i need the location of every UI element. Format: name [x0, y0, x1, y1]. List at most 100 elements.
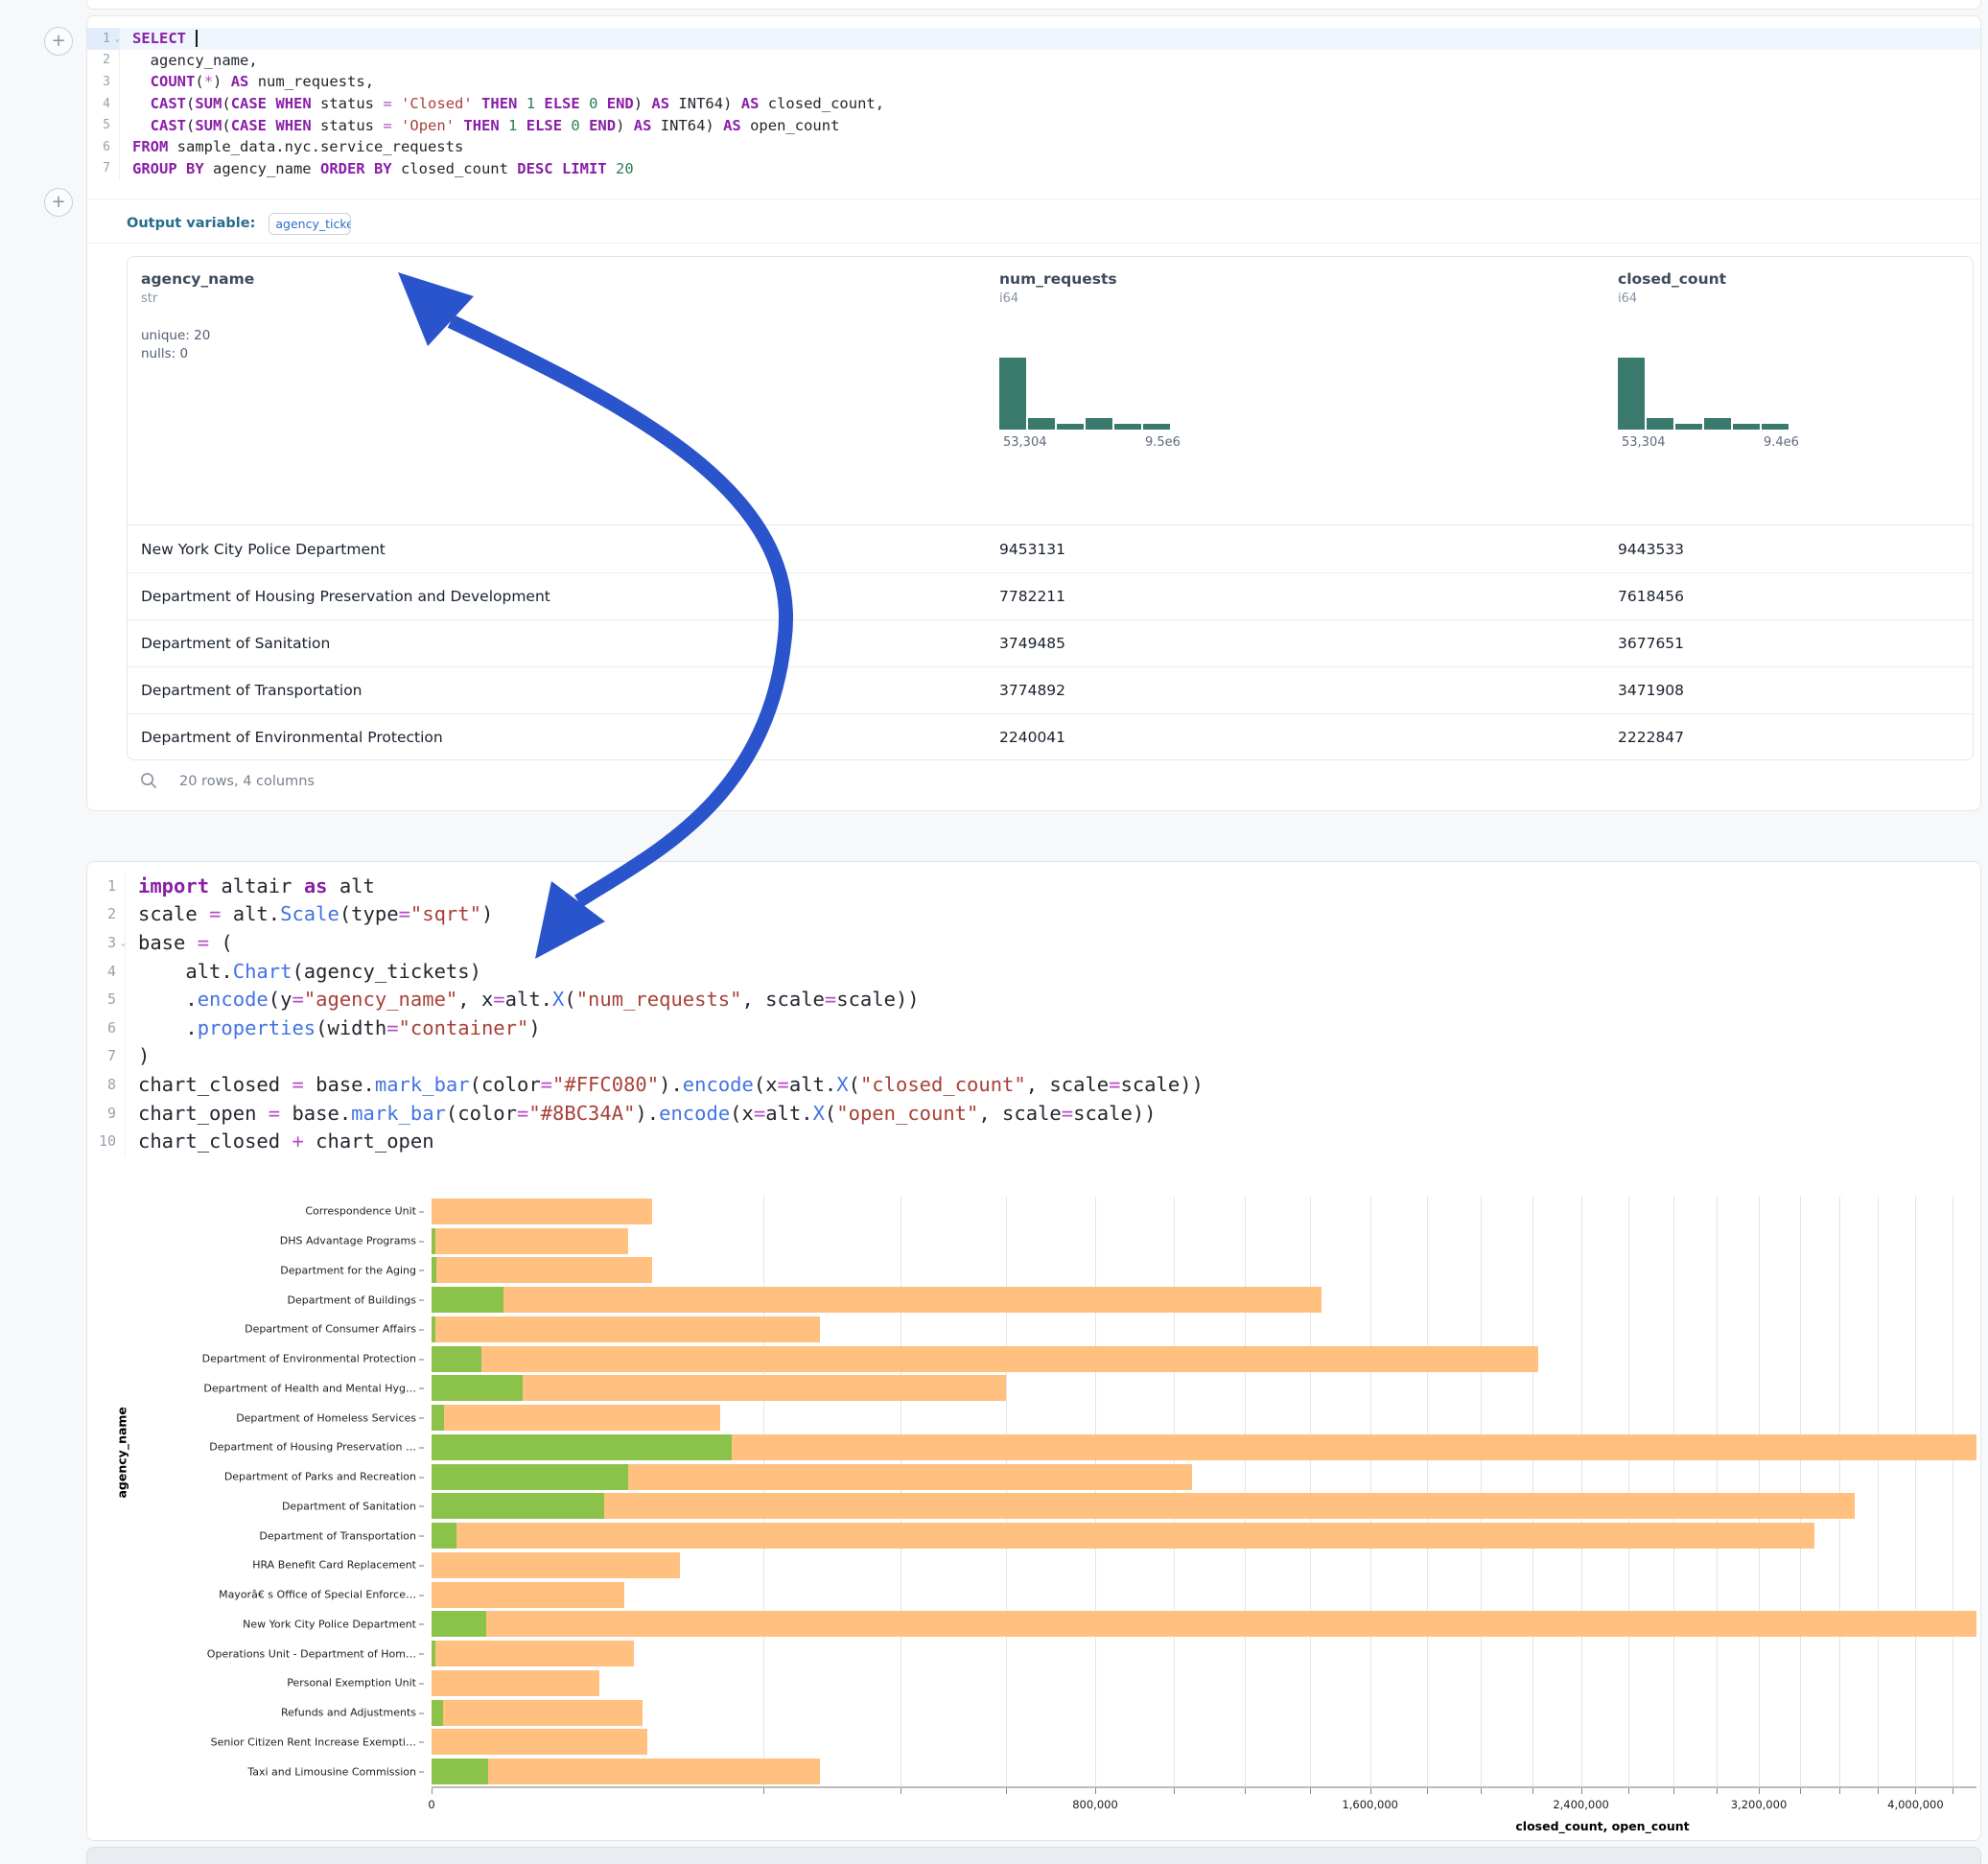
divider: [87, 243, 1980, 244]
gridline: [1759, 1197, 1760, 1786]
result-table: agency_namestrunique: 20nulls: 0 num_requ…: [127, 256, 1974, 760]
bar-closed-count: [432, 1641, 634, 1666]
bar-closed-count: [432, 1729, 647, 1755]
bar-closed-count: [432, 1228, 628, 1254]
y-axis-label: Department of Sanitation: [282, 1500, 432, 1512]
table-cell: 9443533: [1618, 541, 1684, 558]
histogram-bar: [1704, 418, 1731, 430]
bar-open-count: [432, 1641, 435, 1666]
histogram-bar: [1057, 424, 1084, 430]
column-header-agency_name[interactable]: agency_namestrunique: 20nulls: 0: [141, 270, 254, 363]
bar-closed-count: [432, 1700, 643, 1726]
x-axis-tick: [763, 1788, 764, 1794]
code-line[interactable]: 9chart_open = base.mark_bar(color="#8BC3…: [87, 1099, 1980, 1128]
gridline: [1245, 1197, 1246, 1786]
collapse-chevron-icon[interactable]: ⌄: [116, 939, 126, 948]
x-axis-tick: [1915, 1788, 1916, 1794]
table-row[interactable]: Department of Housing Preservation and D…: [128, 572, 1973, 619]
code-line[interactable]: 2 agency_name,: [87, 50, 1980, 72]
code-line[interactable]: 6 .properties(width="container"): [87, 1014, 1980, 1042]
x-axis-tick-label: 3,200,000: [1731, 1798, 1788, 1811]
table-cell: New York City Police Department: [141, 541, 386, 558]
histogram-bar: [1143, 424, 1170, 430]
code-line[interactable]: 7GROUP BY agency_name ORDER BY closed_co…: [87, 158, 1980, 180]
y-axis-label: Personal Exemption Unit: [287, 1677, 432, 1689]
table-row[interactable]: New York City Police Department945313194…: [128, 525, 1973, 572]
bar-closed-count: [432, 1523, 1814, 1549]
x-axis-tick: [1839, 1788, 1840, 1794]
code-line[interactable]: 7): [87, 1042, 1980, 1071]
x-axis-tick: [900, 1788, 901, 1794]
gridline: [1006, 1197, 1007, 1786]
y-axis-label: Taxi and Limousine Commission: [247, 1765, 432, 1778]
search-icon[interactable]: [140, 772, 158, 790]
output-variable-pill[interactable]: agency_tickets: [269, 213, 351, 235]
table-cell: 7782211: [999, 588, 1065, 605]
x-axis-tick: [1878, 1788, 1879, 1794]
bar-closed-count: [432, 1670, 599, 1696]
bar-closed-count: [432, 1759, 820, 1784]
y-axis-label: Department of Homeless Services: [236, 1411, 432, 1424]
y-axis-label: Department of Transportation: [259, 1529, 432, 1542]
y-axis-label: Refunds and Adjustments: [281, 1707, 432, 1719]
bar-closed-count: [432, 1582, 624, 1608]
table-cell: 3749485: [999, 635, 1065, 652]
x-axis-tick: [1174, 1788, 1175, 1794]
table-row[interactable]: Department of Sanitation37494853677651: [128, 619, 1973, 666]
histogram-bar: [1114, 424, 1141, 430]
x-axis-tick: [1310, 1788, 1311, 1794]
histogram-bar: [1028, 418, 1055, 430]
bar-open-count: [432, 1464, 628, 1490]
y-axis-label: HRA Benefit Card Replacement: [252, 1559, 432, 1572]
python-editor[interactable]: 1import altair as alt2scale = alt.Scale(…: [87, 872, 1980, 1155]
bar-chart-plot: [432, 1197, 1976, 1786]
bar-open-count: [432, 1493, 604, 1519]
code-line[interactable]: 1⌄SELECT: [87, 28, 1980, 50]
gridline: [1581, 1197, 1582, 1786]
bar-open-count: [432, 1434, 732, 1460]
code-line[interactable]: 5 .encode(y="agency_name", x=alt.X("num_…: [87, 985, 1980, 1014]
y-axis-label: Mayorâ€ s Office of Special Enforce…: [219, 1589, 432, 1601]
bar-open-count: [432, 1287, 503, 1313]
table-header: agency_namestrunique: 20nulls: 0 num_requ…: [128, 257, 1973, 525]
previous-cell-edge: [86, 0, 1981, 10]
column-header-closed_count[interactable]: closed_counti64: [1618, 270, 1726, 306]
bar-open-count: [432, 1700, 443, 1726]
add-cell-button-output[interactable]: +: [44, 188, 73, 217]
output-variable-row: Output variable: agency_tickets: [127, 204, 351, 243]
y-axis-label: Department of Consumer Affairs: [245, 1323, 432, 1336]
code-line[interactable]: 8chart_closed = base.mark_bar(color="#FF…: [87, 1070, 1980, 1099]
gridline: [1839, 1197, 1840, 1786]
table-row[interactable]: Department of Environmental Protection22…: [128, 713, 1973, 760]
code-line[interactable]: 6FROM sample_data.nyc.service_requests: [87, 136, 1980, 158]
bar-closed-count: [432, 1552, 680, 1578]
code-line[interactable]: 4 CAST(SUM(CASE WHEN status = 'Closed' T…: [87, 93, 1980, 115]
y-axis-label: Department of Buildings: [287, 1293, 432, 1306]
table-body: New York City Police Department945313194…: [128, 525, 1973, 760]
histogram-bar: [999, 358, 1026, 430]
histogram-bar: [1733, 424, 1760, 430]
table-cell: 3677651: [1618, 635, 1684, 652]
x-axis-tick: [1717, 1788, 1718, 1794]
code-line[interactable]: 10chart_closed + chart_open: [87, 1127, 1980, 1155]
code-line[interactable]: 1import altair as alt: [87, 872, 1980, 900]
code-line[interactable]: 3⌄base = (: [87, 928, 1980, 957]
table-row[interactable]: Department of Transportation377489234719…: [128, 666, 1973, 713]
sql-editor[interactable]: 1⌄SELECT 2 agency_name,3 COUNT(*) AS num…: [87, 28, 1980, 179]
code-line[interactable]: 3 COUNT(*) AS num_requests,: [87, 71, 1980, 93]
gridline: [1370, 1197, 1371, 1786]
code-line[interactable]: 4 alt.Chart(agency_tickets): [87, 957, 1980, 986]
y-axis-label: Department of Health and Mental Hyg…: [203, 1382, 432, 1394]
column-histogram: [999, 341, 1170, 430]
gridline: [1095, 1197, 1096, 1786]
gridline: [1310, 1197, 1311, 1786]
code-line[interactable]: 5 CAST(SUM(CASE WHEN status = 'Open' THE…: [87, 114, 1980, 136]
histogram-bar: [1675, 424, 1702, 430]
bar-open-count: [432, 1523, 456, 1549]
gridline: [900, 1197, 901, 1786]
column-header-num_requests[interactable]: num_requestsi64: [999, 270, 1117, 306]
code-line[interactable]: 2scale = alt.Scale(type="sqrt"): [87, 900, 1980, 929]
collapse-chevron-icon[interactable]: ⌄: [110, 35, 120, 44]
output-variable-label: Output variable:: [127, 216, 255, 231]
add-cell-button-top[interactable]: +: [44, 27, 73, 56]
